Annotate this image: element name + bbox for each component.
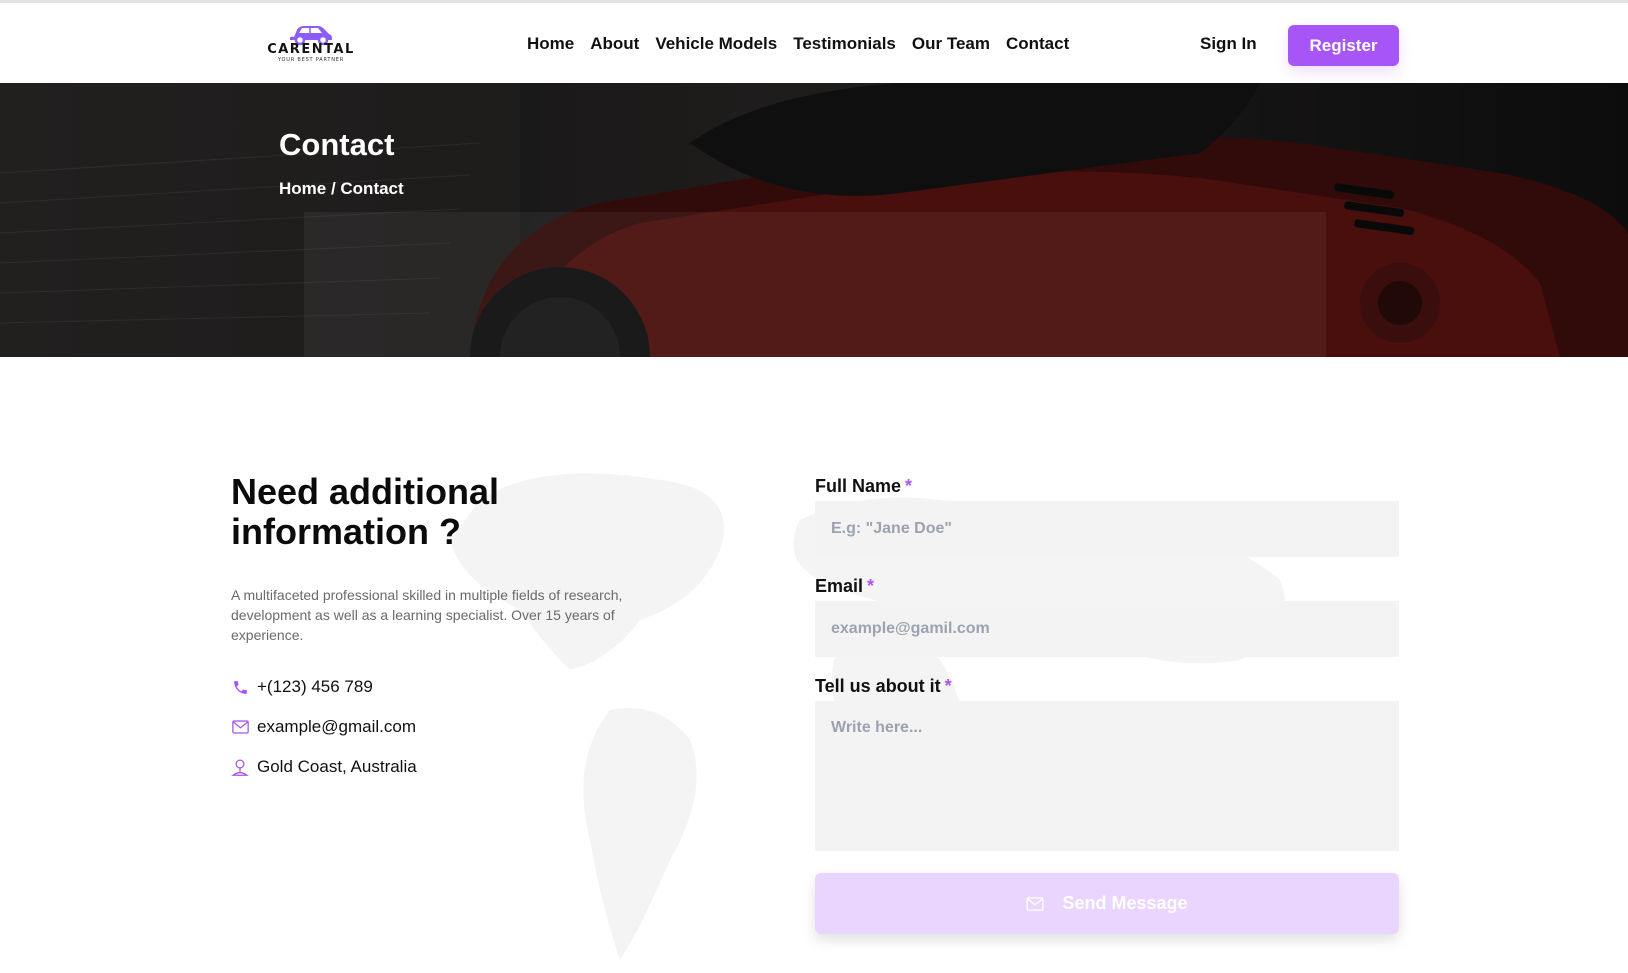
message-label: Tell us about it * bbox=[815, 676, 952, 697]
email-label-text: Email bbox=[815, 576, 864, 596]
send-message-button[interactable]: Send Message bbox=[815, 873, 1399, 934]
info-heading: Need additional information ? bbox=[231, 471, 500, 552]
site-header: CARENTAL YOUR BEST PARTNER Home About Ve… bbox=[0, 3, 1628, 83]
nav-item-about[interactable]: About bbox=[590, 34, 639, 54]
contact-email: example@gmail.com bbox=[231, 717, 416, 737]
main-nav: Home About Vehicle Models Testimonials O… bbox=[527, 34, 1069, 54]
info-description: A multifaceted professional skilled in m… bbox=[231, 587, 623, 643]
phone-number[interactable]: +(123) 456 789 bbox=[257, 677, 373, 697]
contact-location: Gold Coast, Australia bbox=[231, 757, 417, 777]
required-mark: * bbox=[944, 676, 952, 696]
breadcrumb: Home / Contact bbox=[279, 179, 404, 198]
location-text: Gold Coast, Australia bbox=[257, 757, 417, 776]
required-mark: * bbox=[905, 476, 913, 496]
phone-icon bbox=[231, 678, 249, 696]
hero-banner: Contact Home / Contact bbox=[0, 83, 1628, 357]
full-name-label-text: Full Name bbox=[815, 476, 902, 496]
mail-icon bbox=[231, 718, 249, 736]
nav-item-contact[interactable]: Contact bbox=[1006, 34, 1069, 54]
hero-overlay-panel bbox=[304, 212, 1326, 357]
message-label-text: Tell us about it bbox=[815, 676, 941, 696]
full-name-label: Full Name * bbox=[815, 476, 912, 497]
email-label: Email * bbox=[815, 576, 874, 597]
sign-in-link[interactable]: Sign In bbox=[1200, 34, 1257, 54]
brand-tagline: YOUR BEST PARTNER bbox=[277, 57, 345, 63]
page-title: Contact bbox=[279, 127, 395, 162]
full-name-input[interactable] bbox=[815, 501, 1399, 557]
nav-item-our-team[interactable]: Our Team bbox=[912, 34, 990, 54]
required-mark: * bbox=[867, 576, 875, 596]
message-textarea[interactable] bbox=[815, 701, 1399, 851]
nav-item-vehicle-models[interactable]: Vehicle Models bbox=[655, 34, 777, 54]
nav-item-testimonials[interactable]: Testimonials bbox=[793, 34, 896, 54]
brand-name: CARENTAL bbox=[267, 42, 355, 57]
register-button[interactable]: Register bbox=[1288, 25, 1399, 66]
email-input[interactable] bbox=[815, 601, 1399, 657]
mail-icon bbox=[1026, 896, 1044, 911]
contact-phone: +(123) 456 789 bbox=[231, 677, 373, 697]
send-message-label: Send Message bbox=[1062, 893, 1188, 913]
email-address[interactable]: example@gmail.com bbox=[257, 717, 416, 737]
nav-item-home[interactable]: Home bbox=[527, 34, 574, 54]
location-pin-icon bbox=[231, 758, 249, 776]
brand-logo[interactable]: CARENTAL YOUR BEST PARTNER bbox=[266, 21, 356, 65]
